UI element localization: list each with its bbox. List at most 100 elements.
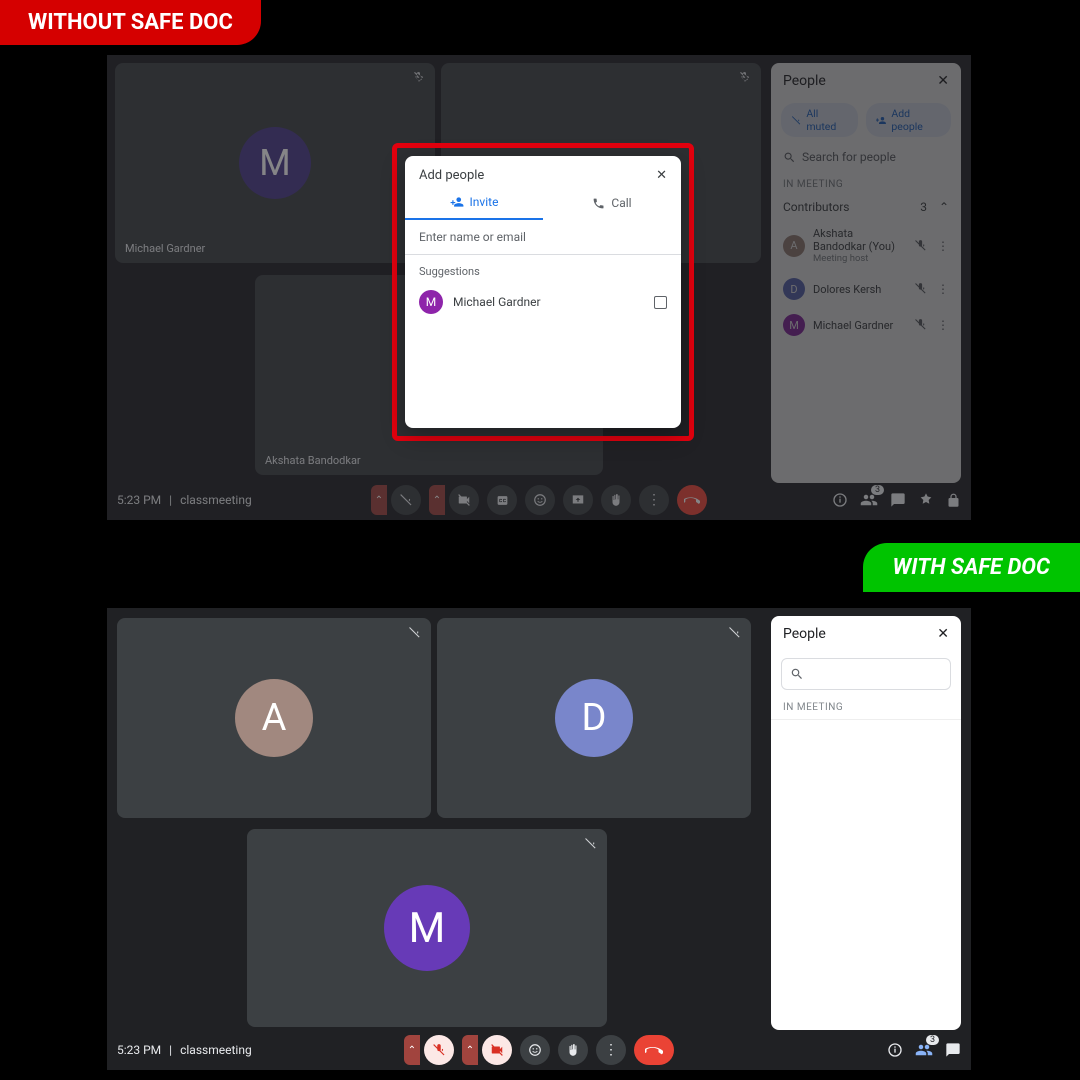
more-icon[interactable]: ⋮: [937, 239, 949, 253]
people-icon[interactable]: 3: [915, 1041, 933, 1059]
phone-icon: [592, 197, 605, 210]
avatar: A: [235, 679, 313, 757]
meeting-name: classmeeting: [180, 1043, 252, 1057]
mic-off-icon[interactable]: [914, 239, 927, 253]
all-muted-chip[interactable]: All muted: [781, 103, 858, 137]
search-people[interactable]: Search for people: [781, 147, 951, 167]
captions-button[interactable]: [487, 485, 517, 515]
participant-tile[interactable]: A: [117, 618, 431, 818]
people-count-badge: 3: [926, 1035, 939, 1045]
bottom-bar: 5:23 PM | classmeeting ⌃ ⌃ ⋮ 3: [107, 1030, 971, 1070]
bottom-bar: 5:23 PM | classmeeting ⌃ ⌃ ⋮ 3: [107, 480, 971, 520]
cam-options-caret[interactable]: ⌃: [462, 1035, 478, 1065]
mic-off-icon: [584, 837, 597, 850]
mic-off-icon[interactable]: [914, 282, 927, 296]
people-icon[interactable]: 3: [860, 491, 878, 509]
emoji-button[interactable]: [520, 1035, 550, 1065]
dialog-title: Add people: [419, 168, 484, 183]
people-count-badge: 3: [871, 485, 884, 495]
list-item[interactable]: M Michael Gardner ⋮: [771, 307, 961, 343]
chat-icon[interactable]: [890, 492, 906, 508]
raise-hand-button[interactable]: [558, 1035, 588, 1065]
mic-off-icon: [739, 71, 751, 83]
participant-grid: A D M: [117, 618, 757, 1027]
panel-title: People: [783, 626, 826, 642]
highlight-box: Add people ✕ Invite Call Enter name or e…: [392, 143, 694, 441]
tab-call[interactable]: Call: [543, 187, 681, 220]
mic-off-icon: [408, 626, 421, 639]
person-subtitle: Meeting host: [813, 253, 906, 264]
without-safe-doc-badge: WITHOUT SAFE DOC: [0, 0, 261, 45]
suggestion-row[interactable]: M Michael Gardner: [405, 284, 681, 320]
cam-options-caret[interactable]: ⌃: [429, 485, 445, 515]
suggestion-checkbox[interactable]: [654, 296, 667, 309]
close-icon[interactable]: ✕: [656, 168, 667, 183]
avatar: D: [783, 278, 805, 300]
in-meeting-label: IN MEETING: [771, 175, 961, 194]
more-icon[interactable]: ⋮: [937, 282, 949, 296]
dialog-tabs: Invite Call: [405, 187, 681, 220]
clock: 5:23 PM: [117, 493, 161, 507]
activities-icon[interactable]: [918, 492, 934, 508]
close-icon[interactable]: ✕: [937, 626, 949, 642]
person-add-icon: [450, 195, 464, 209]
contributors-row[interactable]: Contributors 3 ⌃: [771, 194, 961, 220]
participant-tile[interactable]: M: [247, 829, 607, 1027]
list-item[interactable]: D Dolores Kersh ⋮: [771, 271, 961, 307]
chip-label: All muted: [806, 107, 848, 133]
suggestion-name: Michael Gardner: [453, 295, 541, 309]
emoji-button[interactable]: [525, 485, 555, 515]
info-icon[interactable]: [887, 1042, 903, 1058]
mic-button[interactable]: [424, 1035, 454, 1065]
name-email-input[interactable]: Enter name or email: [405, 220, 681, 255]
avatar: M: [239, 127, 311, 199]
divider: |: [169, 1043, 172, 1057]
more-button[interactable]: ⋮: [639, 485, 669, 515]
person-name: Dolores Kersh: [813, 283, 906, 296]
clock: 5:23 PM: [117, 1043, 161, 1057]
person-add-icon: [876, 115, 886, 126]
search-people[interactable]: [781, 658, 951, 690]
mic-off-icon: [413, 71, 425, 83]
mic-button[interactable]: [391, 485, 421, 515]
mic-off-icon: [728, 626, 741, 639]
avatar: M: [384, 885, 470, 971]
contributors-label: Contributors: [783, 200, 849, 214]
add-people-dialog: Add people ✕ Invite Call Enter name or e…: [405, 156, 681, 428]
add-people-chip[interactable]: Add people: [866, 103, 951, 137]
mic-off-icon[interactable]: [914, 318, 927, 332]
end-call-button[interactable]: [677, 485, 707, 515]
meet-with-safedoc: A D M People ✕ IN MEETING: [107, 608, 971, 1070]
avatar: M: [419, 290, 443, 314]
search-icon: [783, 151, 796, 164]
more-button[interactable]: ⋮: [596, 1035, 626, 1065]
in-meeting-label: IN MEETING: [771, 696, 961, 720]
participant-tile[interactable]: D: [437, 618, 751, 818]
participant-name: Akshata Bandodkar: [265, 454, 361, 467]
tab-invite[interactable]: Invite: [405, 187, 543, 220]
camera-button[interactable]: [449, 485, 479, 515]
list-item[interactable]: A Akshata Bandodkar (You)Meeting host ⋮: [771, 220, 961, 271]
raise-hand-button[interactable]: [601, 485, 631, 515]
avatar: M: [783, 314, 805, 336]
chip-label: Add people: [891, 107, 941, 133]
more-icon[interactable]: ⋮: [937, 318, 949, 332]
lock-icon[interactable]: [946, 493, 961, 508]
person-name: Michael Gardner: [813, 319, 906, 332]
mic-options-caret[interactable]: ⌃: [371, 485, 387, 515]
meet-without-safedoc: M Michael Gardner Akshata Bandodkar Add …: [107, 55, 971, 520]
chevron-up-icon: ⌃: [939, 200, 949, 214]
panel-title: People: [783, 73, 826, 89]
camera-button[interactable]: [482, 1035, 512, 1065]
end-call-button[interactable]: [634, 1035, 674, 1065]
present-button[interactable]: [563, 485, 593, 515]
tab-invite-label: Invite: [470, 195, 499, 209]
mic-options-caret[interactable]: ⌃: [404, 1035, 420, 1065]
avatar: D: [555, 679, 633, 757]
info-icon[interactable]: [832, 492, 848, 508]
participant-tile[interactable]: M Michael Gardner: [115, 63, 435, 263]
chat-icon[interactable]: [945, 1042, 961, 1058]
suggestions-label: Suggestions: [405, 255, 681, 284]
close-icon[interactable]: ✕: [937, 73, 949, 89]
search-placeholder: Search for people: [802, 150, 896, 164]
